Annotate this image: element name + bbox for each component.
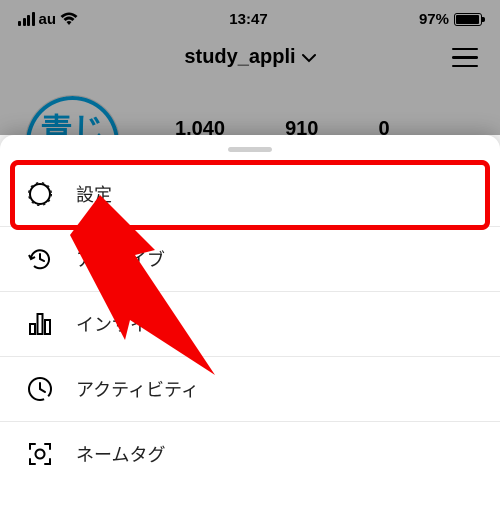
menu-item-settings[interactable]: 設定 [0,162,500,227]
status-right: 97% [419,11,482,28]
scan-icon [26,440,54,468]
menu-item-nametag[interactable]: ネームタグ [0,422,500,486]
username-label: study_appli [184,46,295,69]
carrier-label: au [39,11,57,28]
battery-icon [454,13,482,26]
signal-icon [18,12,35,26]
menu-label: アーカイブ [76,246,165,272]
clock-icon [26,375,54,403]
history-icon [26,245,54,273]
menu-item-insights[interactable]: インサイト [0,292,500,357]
bottom-sheet: 設定 アーカイブ インサイト アクティビティ [0,135,500,526]
username-dropdown[interactable]: study_appli [184,46,315,69]
status-left: au [18,11,78,28]
chevron-down-icon [302,53,316,63]
status-time: 13:47 [229,11,267,28]
menu-label: ネームタグ [76,441,165,467]
menu-item-activity[interactable]: アクティビティ [0,357,500,422]
wifi-icon [60,12,78,26]
chart-icon [26,310,54,338]
menu-label: 設定 [76,181,112,207]
menu-label: インサイト [76,311,166,337]
sheet-grabber[interactable] [228,147,272,152]
profile-header: study_appli [0,30,500,85]
menu-button[interactable] [452,48,478,68]
menu-item-archive[interactable]: アーカイブ [0,227,500,292]
battery-percent: 97% [419,11,449,28]
status-bar: au 13:47 97% [0,0,500,30]
menu-label: アクティビティ [76,376,199,402]
gear-icon [26,180,54,208]
